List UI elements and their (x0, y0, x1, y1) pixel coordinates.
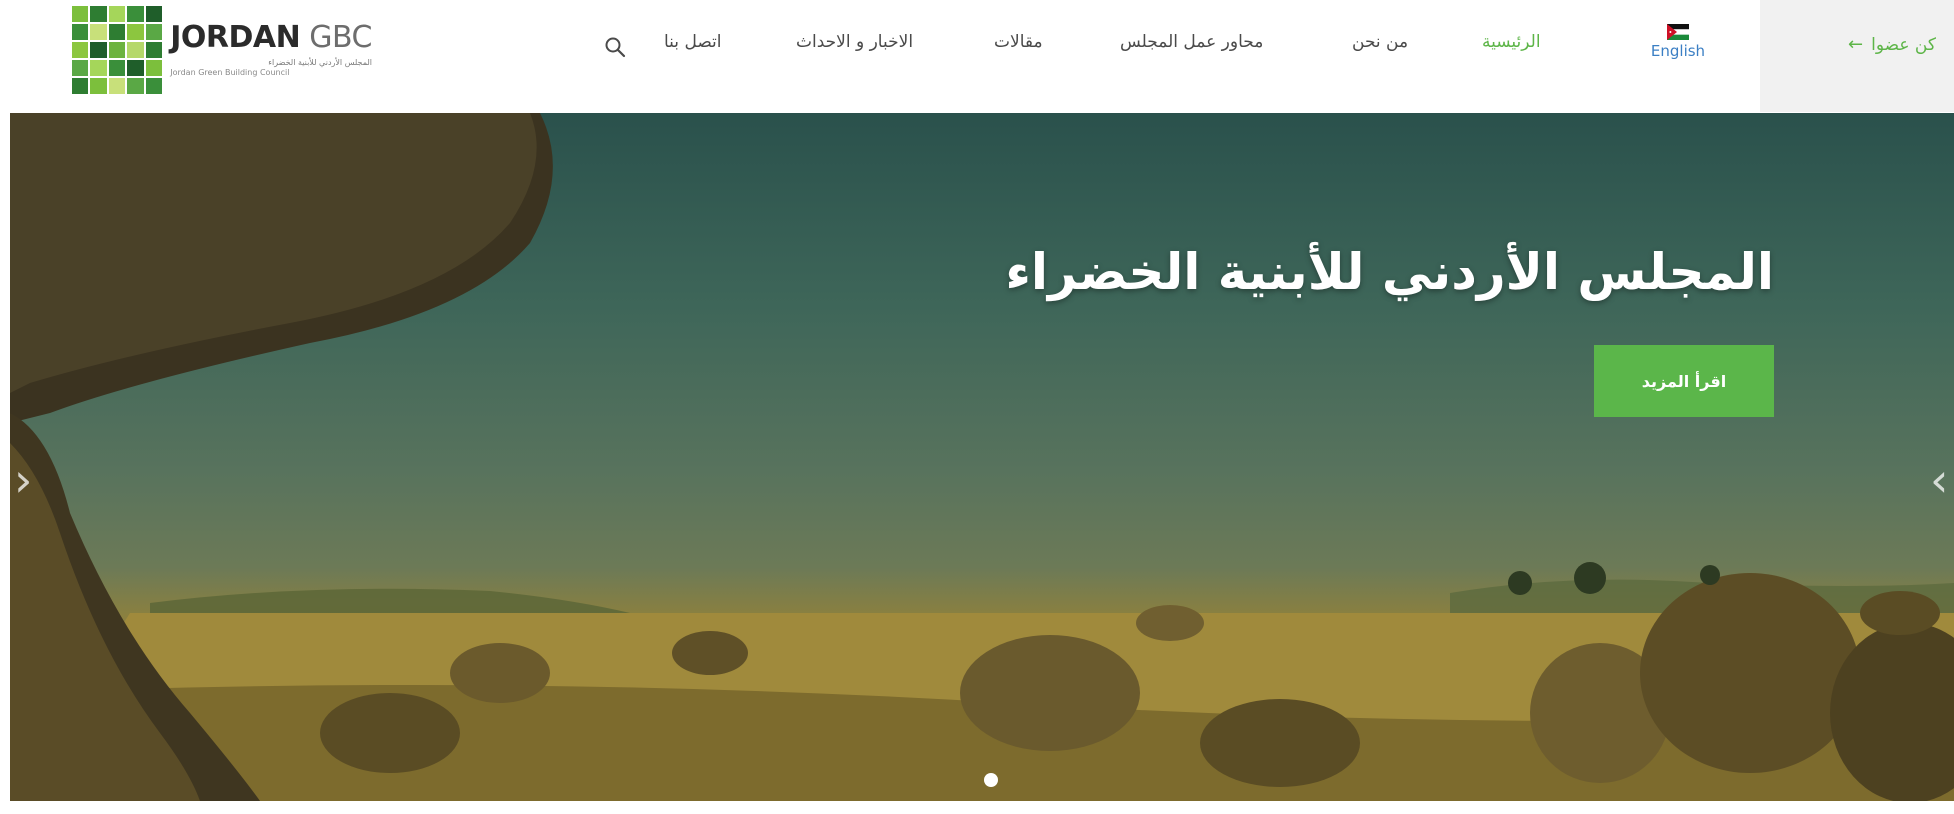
member-cta-panel: ← كن عضوا (1760, 0, 1954, 112)
hero-title: المجلس الأردني للأبنية الخضراء (1005, 243, 1774, 301)
logo-subtitle-ar: المجلس الأردني للأبنية الخضراء (268, 58, 372, 67)
hero-slider: المجلس الأردني للأبنية الخضراء اقرأ المز… (10, 113, 1954, 801)
nav-council-work-areas[interactable]: محاور عمل المجلس (1120, 32, 1263, 52)
logo-title-bold: JORDAN (170, 20, 301, 55)
become-member-link[interactable]: ← كن عضوا (1840, 34, 1936, 55)
nav-about[interactable]: من نحن (1352, 32, 1408, 52)
logo-title-light: GBC (309, 20, 372, 55)
logo-subtitle-en: Jordan Green Building Council (170, 68, 290, 77)
language-label: English (1650, 42, 1706, 60)
nav-contact[interactable]: اتصل بنا (664, 32, 722, 52)
slider-next-arrow-icon[interactable]: ‹ (1930, 457, 1948, 503)
logo-title: JORDAN GBC (170, 22, 372, 54)
site-header: JORDAN GBC المجلس الأردني للأبنية الخضرا… (0, 0, 1954, 112)
site-logo[interactable]: JORDAN GBC المجلس الأردني للأبنية الخضرا… (72, 4, 372, 96)
logo-text: JORDAN GBC المجلس الأردني للأبنية الخضرا… (170, 22, 372, 78)
search-icon[interactable] (604, 36, 626, 58)
nav-home[interactable]: الرئيسية (1482, 32, 1541, 52)
read-more-button[interactable]: اقرأ المزيد (1594, 345, 1774, 417)
arrow-left-icon: ← (1848, 34, 1864, 55)
slider-prev-arrow-icon[interactable]: › (14, 457, 32, 503)
logo-mosaic-icon (72, 6, 163, 94)
slider-dot-active[interactable] (984, 773, 998, 787)
nav-news-events[interactable]: الاخبار و الاحداث (796, 32, 913, 52)
nav-articles[interactable]: مقالات (994, 32, 1043, 52)
language-switcher[interactable]: English (1648, 24, 1708, 74)
hero-background-image (10, 113, 1954, 801)
jordan-flag-icon (1667, 24, 1689, 40)
become-member-label: كن عضوا (1871, 34, 1936, 55)
